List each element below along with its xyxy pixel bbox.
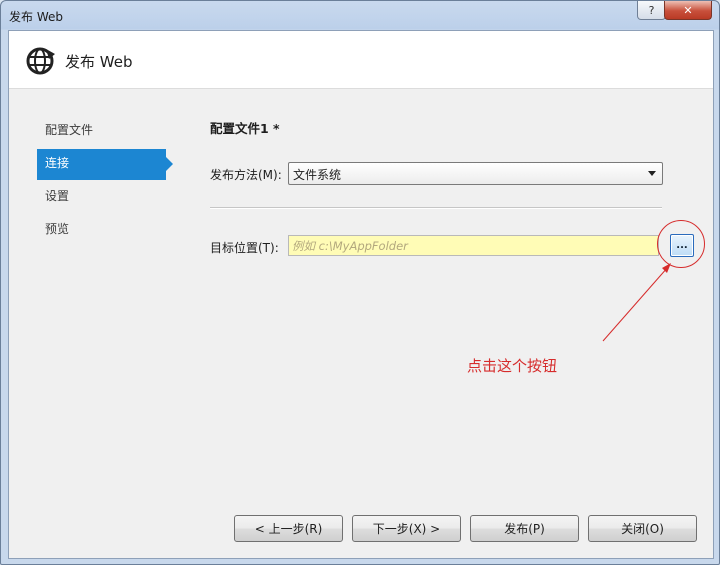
close-icon: ✕ — [683, 3, 693, 17]
nav-item-settings[interactable]: 设置 — [37, 182, 166, 213]
target-location-input[interactable] — [288, 235, 659, 256]
previous-button[interactable]: < 上一步(R) — [234, 515, 343, 542]
nav-item-label: 配置文件 — [45, 123, 94, 137]
publish-button[interactable]: 发布(P) — [470, 515, 579, 542]
target-location-label: 目标位置(T): — [210, 241, 279, 255]
annotation-circle — [657, 220, 705, 268]
annotation-text: 点击这个按钮 — [467, 357, 558, 375]
help-button[interactable]: ? — [637, 1, 666, 20]
dialog-header: 发布 Web — [9, 31, 713, 89]
publish-method-value: 文件系统 — [293, 168, 342, 182]
publish-method-label: 发布方法(M): — [210, 168, 282, 182]
profile-title: 配置文件1 * — [210, 121, 280, 136]
next-button[interactable]: 下一步(X) > — [352, 515, 461, 542]
header-title: 发布 Web — [65, 53, 133, 71]
title-bar[interactable]: 发布 Web ? ✕ — [1, 1, 719, 31]
nav-item-profile[interactable]: 配置文件 — [37, 116, 166, 147]
publish-method-select[interactable]: 文件系统 — [288, 162, 663, 185]
nav-item-preview[interactable]: 预览 — [37, 215, 166, 246]
nav-item-label: 预览 — [45, 222, 70, 236]
annotation-arrow — [602, 263, 671, 342]
help-icon: ? — [648, 3, 655, 17]
dialog-content: 发布 Web 配置文件 连接 设置 预览 配置文件1 * 发布方法(M): 文件… — [8, 30, 714, 559]
nav-item-connection[interactable]: 连接 — [37, 149, 173, 180]
wizard-nav: 配置文件 连接 设置 预览 — [37, 116, 177, 248]
globe-publish-icon — [26, 47, 55, 75]
window-close-button[interactable]: ✕ — [664, 1, 712, 20]
dropdown-arrow-icon — [648, 171, 656, 176]
nav-item-label: 连接 — [45, 156, 70, 170]
close-button[interactable]: 关闭(O) — [588, 515, 697, 542]
nav-item-label: 设置 — [45, 189, 70, 203]
divider — [210, 207, 662, 209]
publish-web-window: 发布 Web ? ✕ 发布 Web 配置文件 连接 设置 预览 配置文件1 * … — [0, 0, 720, 565]
window-title: 发布 Web — [9, 10, 63, 24]
